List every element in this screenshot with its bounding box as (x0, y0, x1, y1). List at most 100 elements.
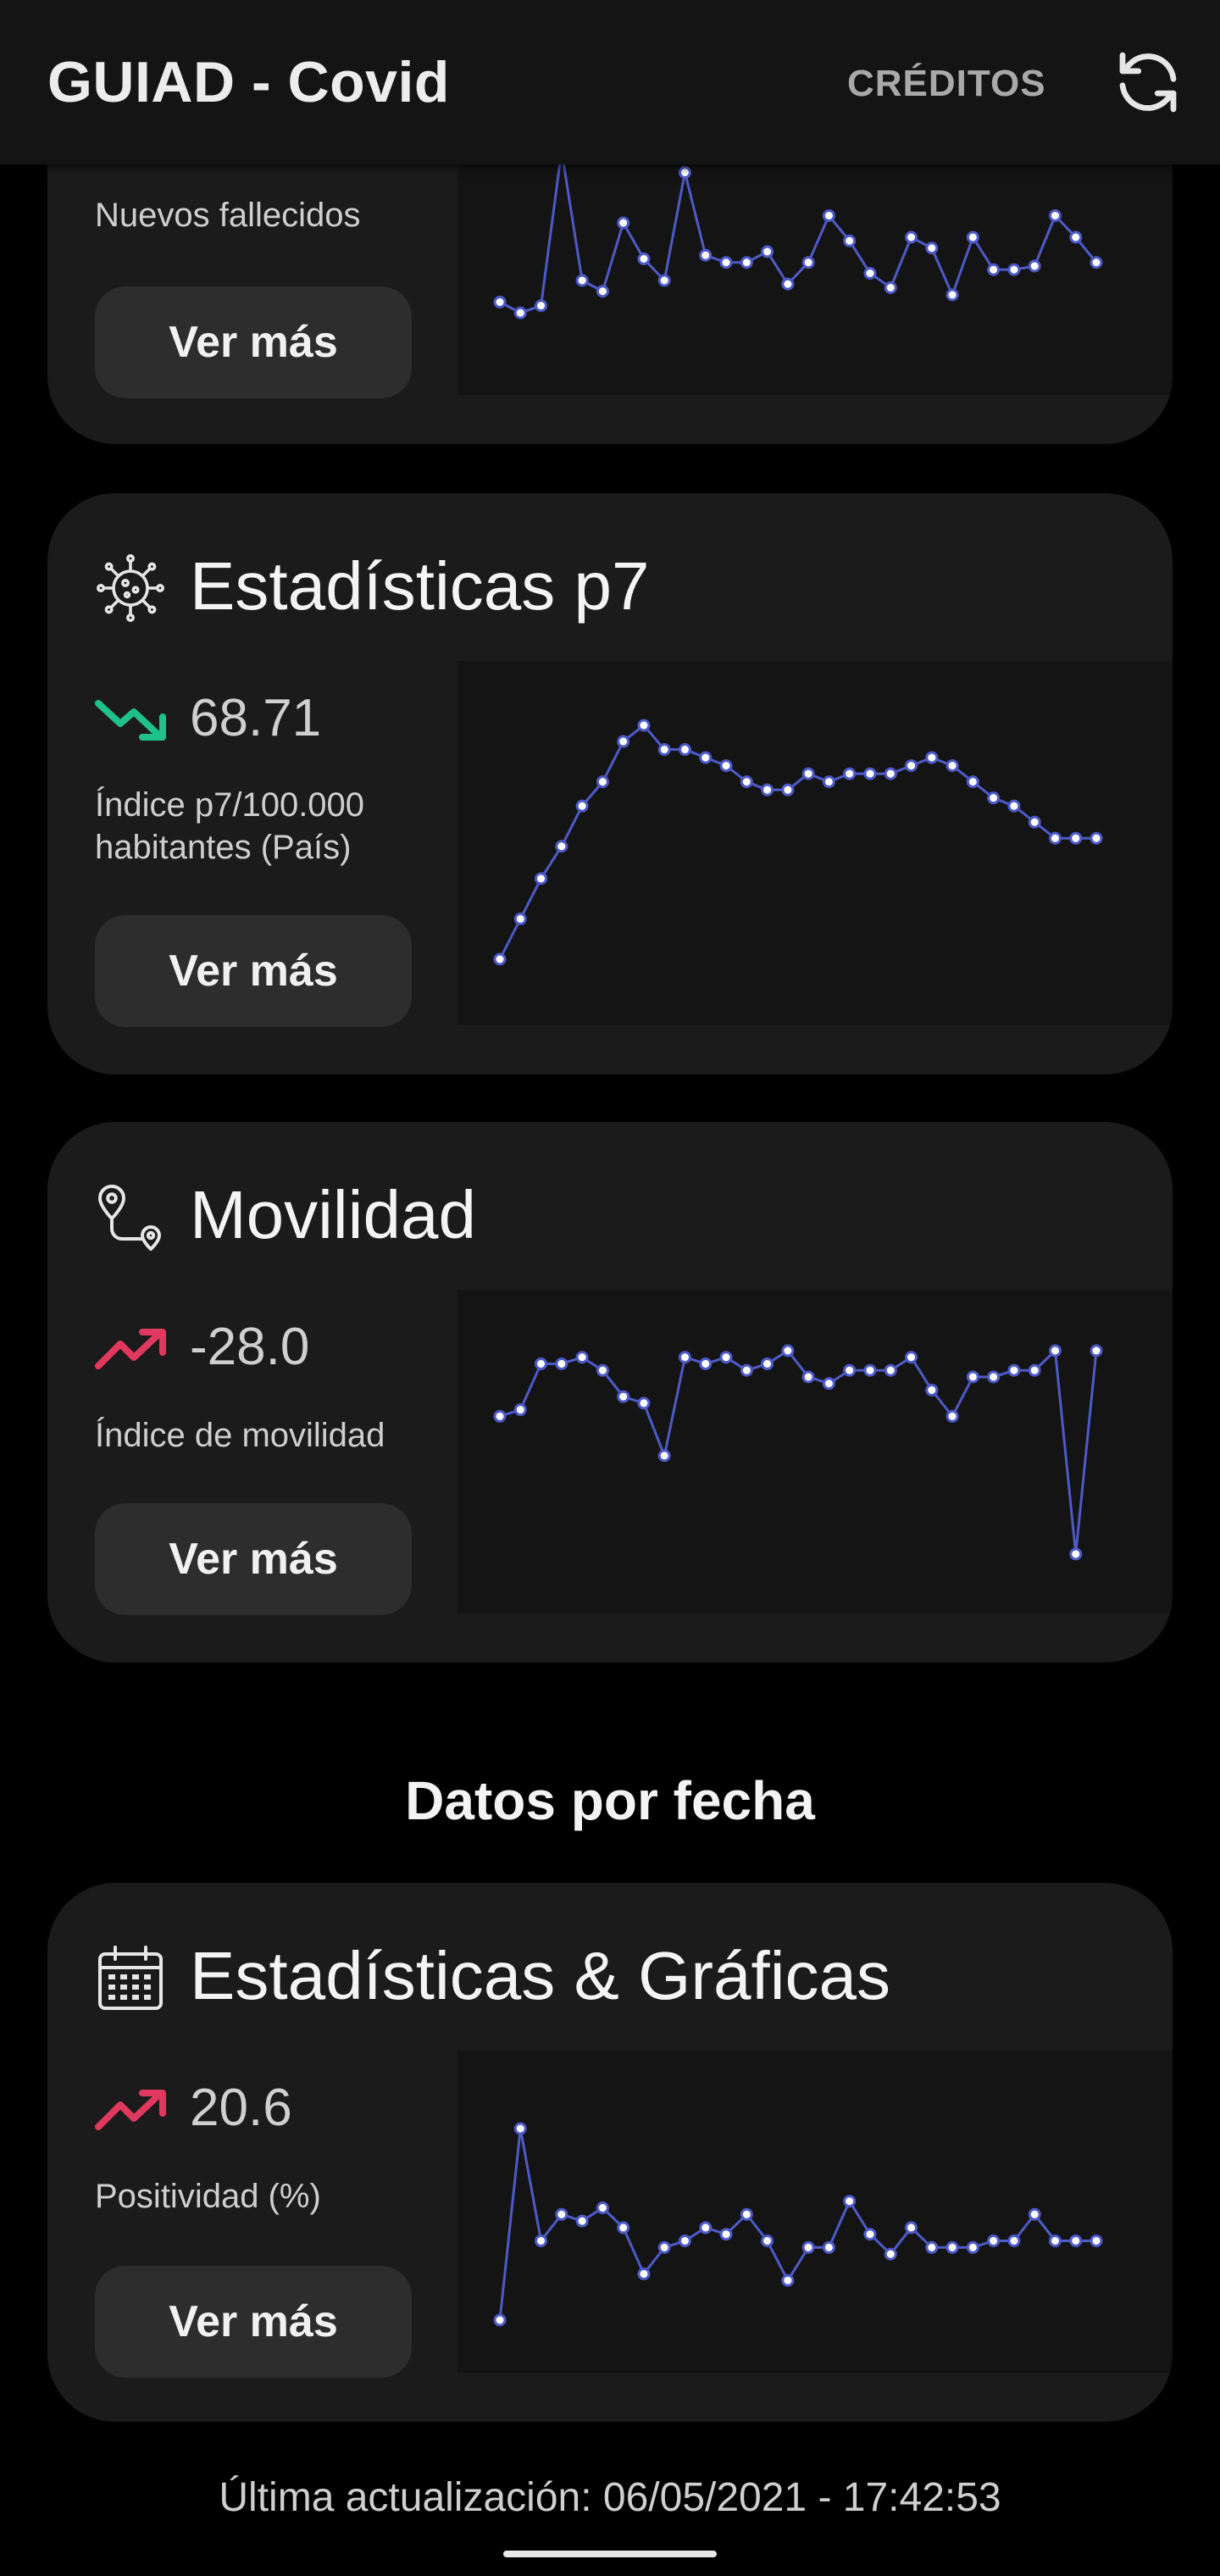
line-chart (458, 144, 1173, 395)
data-point (513, 2122, 527, 2135)
data-point (575, 2214, 589, 2228)
data-point (1007, 263, 1021, 276)
data-point (884, 281, 897, 294)
data-point (925, 1383, 939, 1396)
data-point (863, 767, 877, 780)
data-point (822, 2240, 835, 2254)
data-point (617, 216, 630, 230)
data-point (657, 743, 671, 757)
data-point (761, 783, 774, 797)
data-point (1069, 230, 1083, 244)
movilidad-card: Movilidad -28.0 Índice de movilidad Ver … (47, 1122, 1173, 1663)
p7-card: Estadísticas p7 68.71 Índice p7/100.000 … (47, 493, 1173, 1074)
data-point (822, 1377, 835, 1391)
data-point (1028, 1363, 1041, 1377)
data-point (1090, 831, 1103, 845)
data-point (946, 1409, 959, 1423)
data-point (513, 306, 527, 319)
data-point (575, 799, 589, 813)
data-point (719, 2228, 733, 2241)
data-point (637, 1396, 651, 1410)
data-point (781, 1344, 795, 1357)
data-point (761, 1357, 774, 1370)
data-point (1090, 2234, 1103, 2247)
data-point (801, 767, 815, 780)
data-point (535, 872, 548, 886)
data-point (719, 256, 733, 269)
data-point (863, 2228, 877, 2241)
line-chart (458, 1290, 1173, 1613)
data-point (925, 2240, 939, 2254)
data-point (493, 1409, 507, 1423)
card-description: Índice de movilidad (95, 1417, 385, 1454)
data-point (699, 751, 713, 764)
data-point (678, 166, 691, 179)
data-point (678, 743, 691, 757)
card-description: Nuevos fallecidos (95, 197, 361, 234)
card-title: Movilidad (190, 1177, 476, 1252)
data-point (863, 267, 877, 280)
series-line (499, 150, 1098, 314)
data-point (637, 719, 651, 732)
data-point (493, 2313, 507, 2327)
data-point (513, 1403, 527, 1417)
ver-mas-button[interactable]: Ver más (95, 286, 412, 398)
ver-mas-button[interactable]: Ver más (95, 2266, 412, 2378)
data-point (617, 2221, 630, 2235)
data-point (987, 263, 1001, 276)
data-point (699, 2221, 713, 2235)
data-point (843, 1363, 857, 1377)
data-point (761, 2234, 774, 2247)
data-point (905, 2221, 918, 2235)
data-point (740, 775, 753, 789)
route-icon (95, 1181, 166, 1252)
data-point (925, 751, 939, 764)
data-point (555, 1357, 568, 1370)
data-point (1090, 1344, 1103, 1357)
data-point (678, 1351, 691, 1364)
home-indicator (503, 2551, 717, 2557)
data-point (657, 1449, 671, 1463)
data-point (822, 209, 835, 222)
credits-button[interactable]: CRÉDITOS (847, 63, 1046, 105)
card-value: 20.6 (190, 2079, 292, 2137)
data-point (535, 299, 548, 313)
data-point (513, 912, 527, 925)
data-point (884, 1363, 897, 1377)
ver-mas-button[interactable]: Ver más (95, 915, 412, 1027)
data-point (843, 767, 857, 780)
data-point (575, 1351, 589, 1364)
refresh-icon[interactable] (1110, 44, 1186, 120)
data-point (905, 230, 918, 244)
data-point (1007, 799, 1021, 813)
data-point (925, 242, 939, 255)
series-line (498, 723, 1096, 960)
data-point (1007, 1363, 1021, 1377)
last-update-text: Última actualización: 06/05/2021 - 17:42… (219, 2475, 1001, 2520)
data-point (699, 1357, 713, 1370)
data-point (822, 775, 835, 789)
data-point (1028, 815, 1041, 829)
data-point (596, 775, 609, 789)
ver-mas-button[interactable]: Ver más (95, 1503, 412, 1615)
data-point (1069, 2234, 1083, 2247)
data-point (1048, 209, 1062, 222)
card-title: Estadísticas p7 (190, 548, 650, 624)
data-point (884, 767, 897, 780)
line-chart (458, 661, 1173, 1025)
series-line (498, 2128, 1096, 2321)
calendar-icon (95, 1942, 166, 2013)
app-title: GUIAD - Covid (47, 50, 450, 114)
trend-down-icon (95, 697, 168, 744)
data-point (575, 274, 589, 287)
data-point (863, 1363, 877, 1377)
data-point (596, 285, 609, 298)
data-point (555, 840, 568, 853)
data-point (801, 1370, 815, 1384)
data-point (617, 735, 630, 748)
virus-icon (95, 552, 166, 624)
data-point (966, 1370, 979, 1384)
data-point (535, 1357, 548, 1370)
data-point (657, 274, 671, 287)
data-point (699, 248, 713, 262)
